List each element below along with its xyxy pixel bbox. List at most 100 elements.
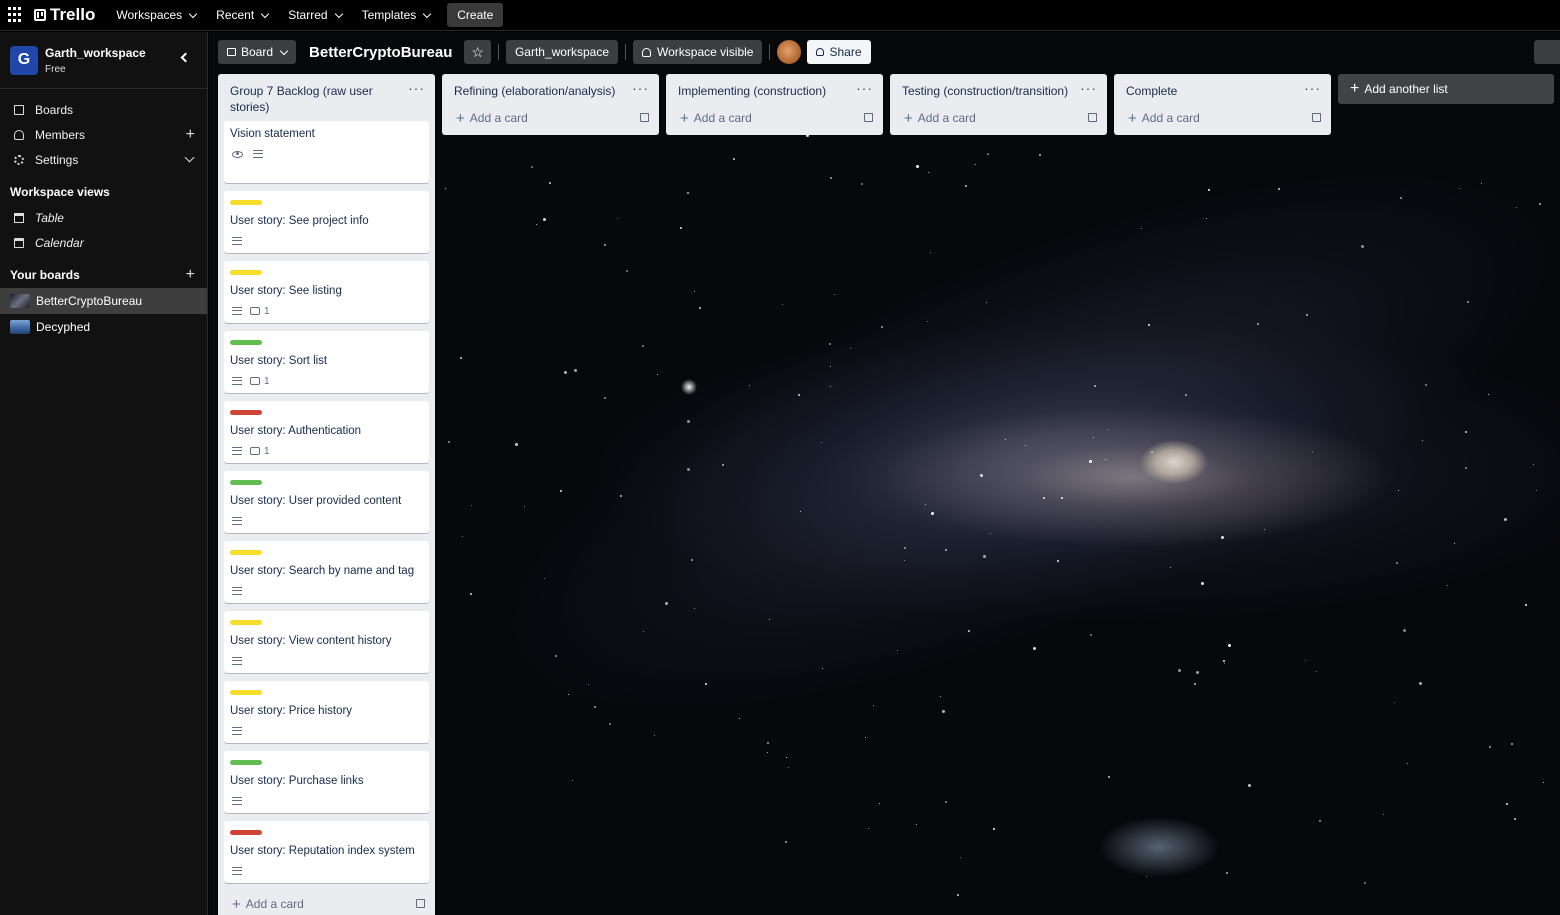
description-icon xyxy=(232,447,242,455)
star xyxy=(916,165,920,169)
list-menu-icon[interactable]: ··· xyxy=(856,80,873,96)
card-label[interactable] xyxy=(230,340,262,345)
list-header[interactable]: Complete ··· xyxy=(1114,74,1331,105)
card-title: User story: Reputation index system xyxy=(230,845,415,857)
add-member-icon[interactable]: + xyxy=(186,126,195,143)
visibility-button[interactable]: Workspace visible xyxy=(633,40,763,64)
sidebar-item-table[interactable]: Table xyxy=(0,205,207,230)
card[interactable]: User story: User provided content xyxy=(224,471,429,533)
member-avatar[interactable] xyxy=(777,40,802,64)
sidebar-item-members[interactable]: Members + xyxy=(0,122,207,147)
workspaces-menu[interactable]: Workspaces xyxy=(109,3,203,27)
gear-icon xyxy=(14,154,24,165)
card-template-icon[interactable] xyxy=(1088,113,1097,122)
card-template-icon[interactable] xyxy=(1312,113,1321,122)
card-label[interactable] xyxy=(230,200,262,205)
board-view-switcher[interactable]: Board xyxy=(218,40,297,64)
star xyxy=(626,270,629,273)
star xyxy=(1056,560,1059,563)
list-header[interactable]: Implementing (construction) ··· xyxy=(666,74,883,105)
card-template-icon[interactable] xyxy=(640,113,649,122)
card[interactable]: User story: Purchase links xyxy=(224,751,429,813)
card-label[interactable] xyxy=(230,690,262,695)
card[interactable]: User story: Search by name and tag xyxy=(224,541,429,603)
card[interactable]: Vision statement xyxy=(224,121,429,183)
list-header[interactable]: Testing (construction/transition) ··· xyxy=(890,74,1107,105)
templates-menu[interactable]: Templates xyxy=(355,3,438,27)
create-button[interactable]: Create xyxy=(447,3,504,27)
person-icon xyxy=(14,129,24,140)
add-card-button[interactable]: + Add a card xyxy=(442,105,659,131)
board-title[interactable]: BetterCryptoBureau xyxy=(309,44,452,61)
add-board-icon[interactable]: + xyxy=(186,266,195,284)
sidebar-item-boards[interactable]: Boards xyxy=(0,97,207,122)
sidebar-board-bettercryptobureau[interactable]: BetterCryptoBureau xyxy=(0,288,207,314)
list-header[interactable]: Refining (elaboration/analysis) ··· xyxy=(442,74,659,105)
star xyxy=(873,704,875,706)
app-switcher-icon[interactable] xyxy=(8,7,24,23)
add-card-button[interactable]: + Add a card xyxy=(666,105,883,131)
star xyxy=(927,171,929,173)
workspace-button[interactable]: Garth_workspace xyxy=(505,40,618,64)
chevron-down-icon xyxy=(188,9,198,18)
star xyxy=(471,504,473,506)
comment-icon xyxy=(250,307,260,315)
star xyxy=(1061,496,1064,499)
card-badges xyxy=(230,725,422,737)
card[interactable]: User story: See project info xyxy=(224,191,429,253)
add-card-button[interactable]: + Add a card xyxy=(890,105,1107,131)
list-menu-icon[interactable]: ··· xyxy=(1304,80,1321,96)
star xyxy=(960,856,962,858)
list-menu-icon[interactable]: ··· xyxy=(408,80,425,96)
star xyxy=(564,371,568,375)
collapse-sidebar-icon[interactable] xyxy=(180,52,191,63)
add-card-button[interactable]: + Add a card xyxy=(1114,105,1331,131)
sidebar-board-decyphed[interactable]: Decyphed xyxy=(0,314,207,340)
list-title[interactable]: Testing (construction/transition) xyxy=(902,84,1068,98)
star xyxy=(549,181,552,184)
star xyxy=(930,512,934,516)
card-label[interactable] xyxy=(230,550,262,555)
card-label[interactable] xyxy=(230,760,262,765)
card-label[interactable] xyxy=(230,270,262,275)
list-title[interactable]: Refining (elaboration/analysis) xyxy=(454,84,615,98)
star xyxy=(679,227,682,230)
card-label[interactable] xyxy=(230,410,262,415)
card[interactable]: User story: Authentication 1 xyxy=(224,401,429,463)
trello-logo[interactable]: Trello xyxy=(34,5,95,25)
add-card-button[interactable]: + Add a card xyxy=(218,891,435,915)
recent-menu[interactable]: Recent xyxy=(209,3,275,27)
card[interactable]: User story: Reputation index system xyxy=(224,821,429,883)
list-menu-icon[interactable]: ··· xyxy=(1080,80,1097,96)
list-header[interactable]: Group 7 Backlog (raw user stories) ··· xyxy=(218,74,435,121)
chevron-down-icon[interactable] xyxy=(184,152,195,163)
starred-menu[interactable]: Starred xyxy=(281,3,348,27)
list-complete: Complete ··· + Add a card xyxy=(1114,74,1331,135)
star xyxy=(721,463,724,466)
star xyxy=(785,757,787,759)
card-label[interactable] xyxy=(230,620,262,625)
list-menu-icon[interactable]: ··· xyxy=(632,80,649,96)
star xyxy=(524,505,525,507)
list-title[interactable]: Complete xyxy=(1126,84,1177,98)
card[interactable]: User story: See listing 1 xyxy=(224,261,429,323)
card[interactable]: User story: Price history xyxy=(224,681,429,743)
card[interactable]: User story: View content history xyxy=(224,611,429,673)
card-label[interactable] xyxy=(230,480,262,485)
list-title[interactable]: Implementing (construction) xyxy=(678,84,826,98)
card[interactable]: User story: Sort list 1 xyxy=(224,331,429,393)
star xyxy=(571,779,573,781)
star xyxy=(444,187,446,189)
pin-menu-button[interactable] xyxy=(1534,40,1560,64)
card-template-icon[interactable] xyxy=(416,899,425,908)
add-another-list-button[interactable]: + Add another list xyxy=(1338,74,1554,104)
card-label[interactable] xyxy=(230,830,262,835)
list-title[interactable]: Group 7 Backlog (raw user stories) xyxy=(230,84,373,114)
card-template-icon[interactable] xyxy=(864,113,873,122)
board-view-label: Board xyxy=(241,45,274,59)
sidebar-item-settings[interactable]: Settings xyxy=(0,147,207,172)
sidebar-item-calendar[interactable]: Calendar xyxy=(0,230,207,255)
share-button[interactable]: Share xyxy=(807,40,871,64)
workspace-views-title: Workspace views xyxy=(10,185,110,199)
star-board-button[interactable]: ☆ xyxy=(464,40,491,64)
